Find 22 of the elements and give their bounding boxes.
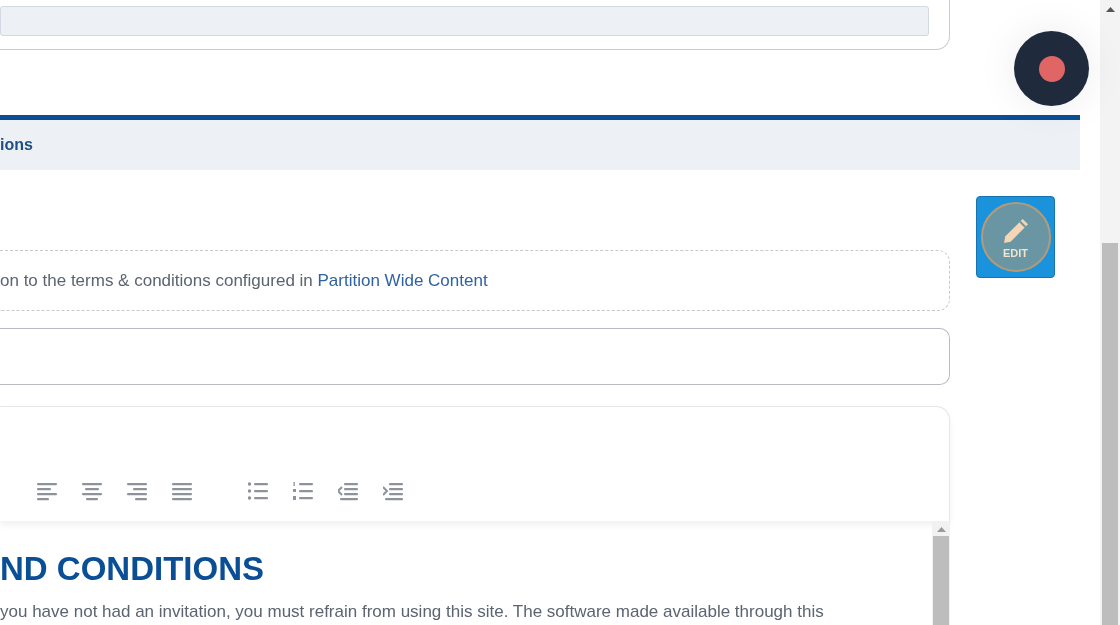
outdent-icon[interactable]: [338, 482, 358, 501]
scrollbar-thumb[interactable]: [1102, 243, 1118, 625]
edit-label: EDIT: [1002, 247, 1029, 259]
align-left-icon[interactable]: [37, 482, 57, 501]
align-right-icon[interactable]: [127, 482, 147, 501]
record-icon: [1038, 55, 1065, 82]
notice-text: on to the terms & conditions configured in Partition Wide Content: [0, 269, 488, 292]
content-link[interactable]: Partition Wide Content: [317, 270, 488, 290]
numbered-list-icon[interactable]: [293, 482, 313, 501]
page-scrollbar[interactable]: [1100, 0, 1120, 625]
align-justify-icon[interactable]: [172, 482, 192, 501]
section-title: ions: [0, 135, 33, 155]
indent-icon[interactable]: [383, 482, 403, 501]
input-field[interactable]: [0, 6, 929, 36]
align-center-icon[interactable]: [82, 482, 102, 501]
scrollbar[interactable]: [932, 521, 950, 625]
bullet-list-icon[interactable]: [248, 482, 268, 501]
scrollbar-thumb[interactable]: [933, 536, 949, 625]
scroll-up-icon[interactable]: [1105, 7, 1115, 12]
content-paragraph: you have not had an invitation, you must refrain from using this site. The software made available through this: [0, 601, 824, 623]
content-heading: ND CONDITIONS: [0, 549, 264, 589]
input-field[interactable]: [0, 328, 950, 385]
